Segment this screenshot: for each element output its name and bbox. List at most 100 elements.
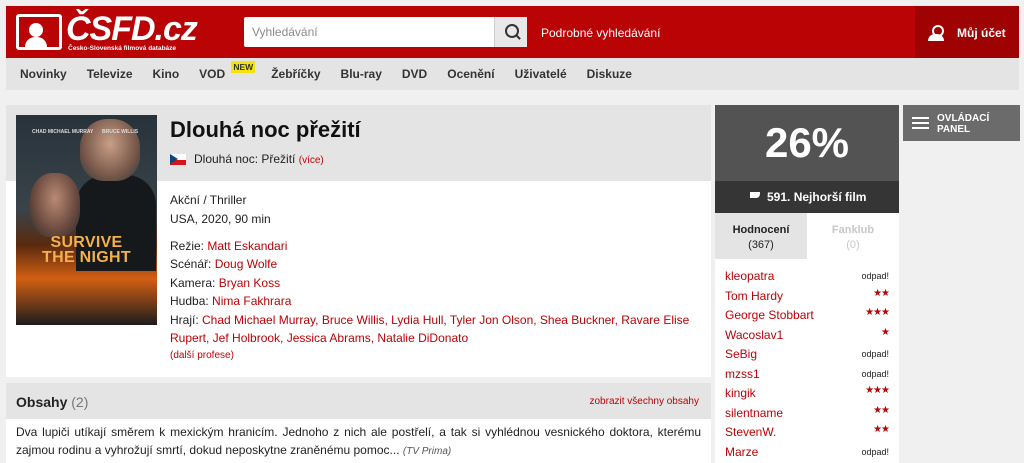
rater-name[interactable]: SeBig (725, 347, 757, 361)
film-poster[interactable]: CHAD MICHAEL MURRAY BRUCE WILLIS SURVIVE… (16, 115, 157, 325)
logo-text: ČSFD.cz (66, 10, 198, 48)
rater-stars-icon: ★★ (873, 424, 890, 435)
tab-ratings[interactable]: Hodnocení (367) (715, 213, 807, 259)
search-input[interactable] (244, 17, 494, 47)
nav-item-dvd[interactable]: DVD (402, 67, 427, 81)
music-link[interactable]: Nima Fakhrara (212, 294, 291, 308)
film-card: CHAD MICHAEL MURRAY BRUCE WILLIS SURVIVE… (6, 105, 711, 377)
poster-actor-2: BRUCE WILLIS (102, 129, 139, 135)
plots-title: Obsahy (2) (16, 394, 88, 410)
rater-stars-icon: ★★★ (865, 385, 890, 396)
poster-title-line-2: THE NIGHT (42, 249, 131, 266)
plot-source: (TV Prima) (402, 446, 452, 457)
crew-writer: Scénář: Doug Wolfe (170, 255, 700, 273)
rater-stars-icon: ★★ (873, 287, 890, 299)
plot-text: Dva lupiči utíkají směrem k mexickým hra… (16, 423, 701, 461)
nav-item-kino[interactable]: Kino (153, 67, 180, 81)
rater-name[interactable]: silentname (725, 406, 783, 420)
rater-row: kleopatra odpad! (715, 267, 899, 287)
rater-row: Marze odpad! (715, 443, 899, 463)
nav-item-vod[interactable]: VOD NEW (199, 61, 256, 81)
rater-verdict: odpad! (861, 446, 889, 457)
csfd-logo[interactable]: ČSFD.cz Česko-Slovenská filmová databáze (16, 10, 198, 54)
rater-name[interactable]: George Stobbart (725, 308, 814, 322)
rating-sidebar: 26% 591. Nejhorší film Hodnocení (367) F… (715, 105, 899, 463)
search-icon[interactable] (494, 17, 527, 47)
rater-row: George Stobbart ★★★ (715, 306, 899, 326)
alt-title: Dlouhá noc: Přežití (více) (194, 152, 324, 166)
show-all-plots-link[interactable]: zobrazit všechny obsahy (589, 396, 699, 407)
rater-verdict: odpad! (861, 271, 889, 281)
rater-name[interactable]: mzss1 (725, 367, 760, 381)
raters-list: kleopatra odpad! Tom Hardy ★★ George Sto… (715, 267, 899, 462)
new-badge: NEW (231, 61, 256, 73)
plots-count: (2) (71, 394, 89, 410)
rater-row: StevenW. ★★ (715, 423, 899, 443)
rater-stars-icon: ★★ (873, 404, 890, 416)
tab-ratings-count: (367) (748, 239, 774, 251)
rank-badge[interactable]: 591. Nejhorší film (715, 181, 899, 213)
crew-music: Hudba: Nima Fakhrara (170, 292, 700, 310)
rater-row: Tom Hardy ★★ (715, 287, 899, 307)
poster-title: SURVIVE THE NIGHT (16, 234, 157, 266)
nav-item-oceneni[interactable]: Ocenění (447, 67, 494, 81)
rater-name[interactable]: kingik (725, 386, 756, 400)
film-genres: Akční / Thriller (170, 193, 247, 207)
alt-title-more-link[interactable]: (více) (299, 155, 324, 166)
writer-label: Scénář: (170, 257, 212, 271)
film-origin: USA, 2020, 90 min (170, 212, 271, 226)
cast-links[interactable]: Chad Michael Murray, Bruce Willis, Lydia… (170, 313, 689, 345)
plots-section: Obsahy (2) zobrazit všechny obsahy Dva l… (6, 383, 711, 463)
crew-camera: Kamera: Bryan Koss (170, 274, 700, 292)
rater-name[interactable]: kleopatra (725, 269, 774, 283)
plot-body: Dva lupiči utíkají směrem k mexickým hra… (16, 425, 701, 457)
account-label: Můj účet (957, 26, 1006, 40)
czech-flag-icon (170, 154, 186, 165)
nav-item-televize[interactable]: Televize (87, 67, 133, 81)
rater-row: mzss1 odpad! (715, 365, 899, 385)
rater-name[interactable]: Marze (725, 445, 758, 459)
nav-item-zebricky[interactable]: Žebříčky (271, 67, 320, 81)
writer-link[interactable]: Doug Wolfe (215, 257, 277, 271)
main-nav: Novinky Televize Kino VOD NEW Žebříčky B… (6, 58, 1019, 90)
rater-row: silentname ★★ (715, 404, 899, 424)
more-professions-link[interactable]: (další profese) (170, 350, 234, 361)
plots-title-text: Obsahy (16, 394, 68, 410)
control-panel-button[interactable]: OVLÁDACÍ PANEL (903, 105, 1020, 141)
tab-fanclub[interactable]: Fanklub (0) (807, 213, 899, 259)
tab-fanclub-count: (0) (846, 239, 860, 251)
camera-link[interactable]: Bryan Koss (219, 276, 280, 290)
director-link[interactable]: Matt Eskandari (207, 239, 287, 253)
control-panel-label: OVLÁDACÍ PANEL (937, 113, 990, 135)
tab-ratings-label: Hodnocení (732, 224, 790, 236)
rater-name[interactable]: Tom Hardy (725, 289, 783, 303)
user-icon (927, 25, 945, 41)
rater-verdict: odpad! (861, 368, 889, 379)
nav-item-novinky[interactable]: Novinky (20, 67, 67, 81)
rater-stars-icon: ★★★ (865, 307, 890, 318)
film-title: Dlouhá noc přežití (170, 117, 361, 142)
search-box (244, 17, 527, 47)
rater-stars-icon: ★ (881, 326, 890, 338)
rater-name[interactable]: StevenW. (725, 425, 776, 439)
rater-row: SeBig odpad! (715, 345, 899, 365)
tab-fanclub-label: Fanklub (831, 224, 875, 236)
logo-person-icon (16, 14, 62, 50)
nav-item-bluray[interactable]: Blu-ray (341, 67, 382, 81)
rater-verdict: odpad! (861, 349, 889, 359)
alt-title-text: Dlouhá noc: Přežití (194, 152, 296, 166)
cast-label: Hrají: (170, 313, 199, 327)
nav-item-uzivatele[interactable]: Uživatelé (515, 67, 567, 81)
rater-name[interactable]: Wacoslav1 (725, 328, 783, 342)
account-button[interactable]: Můj účet (915, 6, 1019, 58)
poster-actor-1: CHAD MICHAEL MURRAY (32, 129, 94, 135)
site-header: ČSFD.cz Česko-Slovenská filmová databáze… (6, 6, 1019, 58)
camera-label: Kamera: (170, 276, 216, 290)
crew-cast: Hrají: Chad Michael Murray, Bruce Willis… (170, 311, 700, 347)
menu-icon (912, 117, 929, 129)
poster-title-line-1: SURVIVE (50, 234, 123, 251)
rank-label: 591. Nejhorší film (767, 190, 867, 204)
poster-face-2 (30, 173, 80, 237)
nav-item-diskuze[interactable]: Diskuze (587, 67, 632, 81)
advanced-search-link[interactable]: Podrobné vyhledávání (541, 26, 660, 40)
